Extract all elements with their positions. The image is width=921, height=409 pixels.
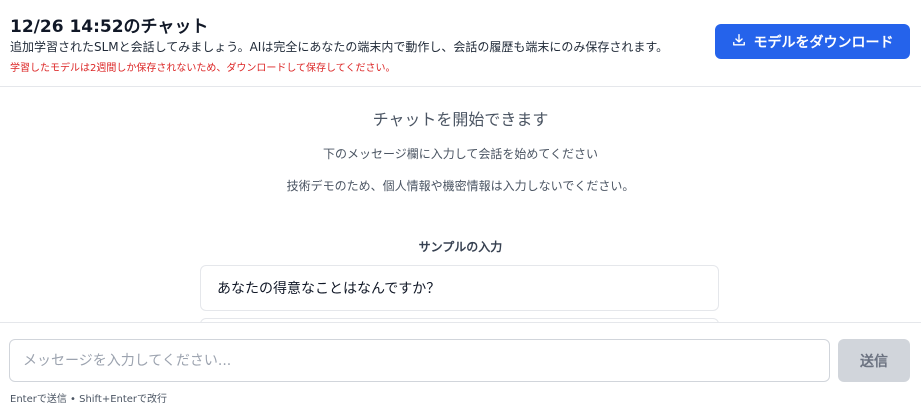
sample-input-item[interactable]: あなたの得意なことはなんですか？ — [200, 265, 719, 311]
keyboard-hint: Enterで送信 • Shift+Enterで改行 — [10, 394, 168, 405]
retention-warning: 学習したモデルは2週間しか保存されないため、ダウンロードして保存してください。 — [10, 63, 396, 74]
sample-input-text: あなたの得意なことはなんですか？ — [217, 281, 441, 297]
send-button[interactable]: 送信 — [838, 339, 910, 382]
page-title: 12/26 14:52のチャット — [10, 17, 209, 37]
download-model-button[interactable]: モデルをダウンロード — [715, 24, 910, 59]
chat-app: 12/26 14:52のチャット 追加学習されたSLMと会話してみましょう。AI… — [0, 0, 921, 409]
sample-inputs-heading: サンプルの入力 — [418, 240, 503, 254]
message-input[interactable] — [9, 339, 830, 382]
download-model-label: モデルをダウンロード — [753, 34, 894, 51]
chat-header: 12/26 14:52のチャット 追加学習されたSLMと会話してみましょう。AI… — [0, 0, 921, 87]
empty-state-title: チャットを開始できます — [372, 110, 549, 129]
empty-state-instruction: 下のメッセージ欄に入力して会話を始めてください — [322, 147, 599, 161]
chat-messages-area[interactable]: チャットを開始できます 下のメッセージ欄に入力して会話を始めてください 技術デモ… — [0, 88, 921, 322]
chat-description: 追加学習されたSLMと会話してみましょう。AIは完全にあなたの端末内で動作し、会… — [10, 40, 669, 54]
download-icon — [732, 33, 746, 51]
empty-state-privacy-note: 技術デモのため、個人情報や機密情報は入力しないでください。 — [286, 179, 635, 193]
composer: 送信 Enterで送信 • Shift+Enterで改行 — [0, 322, 921, 409]
